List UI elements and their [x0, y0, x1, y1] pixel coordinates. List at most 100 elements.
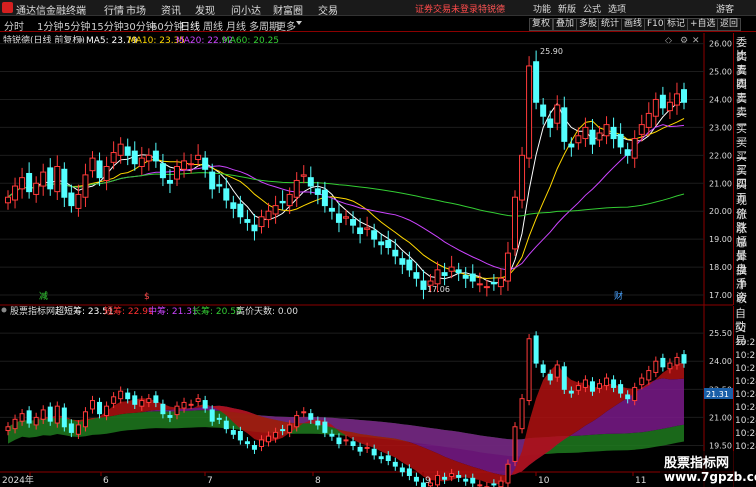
marker-jian[interactable]: 减 [39, 290, 48, 302]
sub-candle-body [364, 446, 370, 449]
sub-candle-body [61, 407, 67, 428]
x-axis-label: 2024年 [2, 474, 34, 486]
candle-body [279, 200, 286, 204]
btn-back[interactable]: 返回 [717, 18, 742, 31]
sub-candle-body [597, 383, 602, 389]
sub-candle-body [237, 430, 243, 441]
sub-settings-dot-icon[interactable] [1, 307, 7, 313]
menu-faxian[interactable]: 发现 [195, 2, 215, 17]
sub-candle-body [230, 430, 236, 435]
btn-biaoji[interactable]: 标记 [664, 18, 689, 31]
candle-body [293, 179, 300, 198]
main-y-tick: 18.00 [709, 263, 732, 272]
candle-body [152, 150, 159, 162]
settings-dot-icon[interactable] [77, 37, 83, 43]
sub-candle-body [604, 377, 610, 387]
stock-name: 特锐德 [478, 5, 506, 15]
candle-body [209, 171, 216, 190]
restore-icon[interactable]: ◇ [665, 36, 672, 46]
sub-candle-body [12, 418, 18, 430]
tab-monthly[interactable]: 月线 [226, 18, 246, 33]
candle-body [26, 172, 33, 193]
menu-hangqing[interactable]: 行情 [104, 2, 124, 17]
tab-fenshi[interactable]: 分时 [4, 18, 24, 33]
sub-candle-body [561, 366, 567, 390]
btn-tongji[interactable]: 统计 [598, 18, 623, 31]
tool-gongneng[interactable]: 功能 [533, 2, 551, 15]
settings-icon[interactable]: ⚙ [680, 36, 688, 46]
tool-gongshi[interactable]: 公式 [583, 2, 601, 15]
candle-body [145, 154, 152, 162]
menu-caifuquan[interactable]: 财富圈 [273, 2, 303, 17]
candle-body [131, 150, 138, 165]
trade-time-3: 10:23 [735, 364, 756, 374]
main-chart-title: 特锐德(日线 前复权) [3, 34, 85, 46]
sub-candle-body [512, 426, 518, 462]
tab-1min[interactable]: 1分钟 [37, 18, 63, 33]
marker-cai[interactable]: 财 [614, 290, 623, 302]
watermark: 股票指标网 www.7gpzb.com [660, 451, 756, 487]
tool-xuanxiang[interactable]: 选项 [608, 2, 626, 15]
sub-candle-body [589, 381, 595, 392]
menu-jiaoyi[interactable]: 交易 [318, 2, 338, 17]
candle-body [462, 274, 469, 279]
trade-time-5: 10:24 [735, 390, 756, 400]
btn-fuquan[interactable]: 复权 [529, 18, 554, 31]
sub-candle-body [251, 445, 257, 450]
more-dropdown-icon[interactable] [296, 21, 302, 25]
candle-body [251, 224, 258, 232]
tool-xinban[interactable]: 新版 [558, 2, 576, 15]
sub-candle-body [5, 426, 11, 432]
mid-chip-label: 中筹: 21.31 [148, 305, 198, 317]
sub-candle-body [266, 435, 272, 443]
app-title: 通达信金融终端 [16, 6, 86, 17]
btn-diejia[interactable]: 叠加 [553, 18, 578, 31]
guest-label[interactable]: 游客 [716, 2, 734, 15]
candle-body [258, 216, 265, 228]
candle-body [96, 160, 103, 179]
login-warning[interactable]: 证券交易未登录 [415, 2, 478, 15]
current-value-badge: 21.31 [706, 390, 729, 399]
tab-multi-period[interactable]: 多周期 [249, 18, 279, 33]
menu-zixun[interactable]: 资讯 [161, 2, 181, 17]
candle-body [117, 143, 124, 156]
sub-candle-body [477, 484, 483, 487]
tab-5min[interactable]: 5分钟 [64, 18, 90, 33]
sub-candle-body [209, 409, 215, 422]
sub-candle-body [188, 403, 194, 406]
menu-wenxiaoda[interactable]: 问小达 [231, 2, 261, 17]
sub-candle-body [195, 398, 201, 402]
btn-add-watchlist[interactable]: +自选 [687, 18, 719, 31]
x-axis-label: 6 [103, 476, 109, 486]
marker-dollar[interactable]: $ [144, 292, 150, 302]
candle-body [47, 167, 54, 190]
sub-candle-body [301, 411, 307, 414]
tab-60min[interactable]: 60分钟 [151, 18, 184, 33]
sub-candle-body [519, 398, 525, 430]
main-y-tick: 17.00 [709, 291, 732, 300]
tab-weekly[interactable]: 周线 [203, 18, 223, 33]
candle-body [476, 283, 483, 286]
candle-body [420, 280, 427, 290]
candle-body [68, 192, 75, 207]
btn-huaxian[interactable]: 画线 [621, 18, 646, 31]
sub-candle-body [505, 463, 511, 484]
sub-candle-body [202, 400, 208, 409]
kline-chart[interactable]: 特锐德(日线 前复权) MA5: 23.79 MA10: 23.35 MA20:… [0, 33, 756, 487]
period-toolbar: 分时 1分钟 5分钟 15分钟 30分钟 60分钟 日线 周线 月线 多周期 更… [0, 17, 756, 34]
title-bar: 通达信金融终端 行情 市场 资讯 发现 问小达 财富圈 交易 证券交易未登录 特… [0, 0, 756, 17]
menu-shichang[interactable]: 市场 [126, 2, 146, 17]
tab-15min[interactable]: 15分钟 [91, 18, 124, 33]
tab-daily[interactable]: 日线 [180, 18, 200, 34]
sub-candle-body [329, 433, 335, 437]
sub-candle-body [19, 413, 25, 422]
candle-body [166, 179, 173, 184]
btn-duogu[interactable]: 多股 [576, 18, 601, 31]
candle-body [350, 219, 357, 226]
sub-candle-body [97, 401, 103, 415]
sub-candle-body [611, 379, 617, 388]
tab-more[interactable]: 更多 [276, 18, 296, 33]
close-icon[interactable]: ✕ [692, 36, 700, 46]
sub-candle-body [125, 392, 131, 400]
candle-body [33, 182, 40, 195]
